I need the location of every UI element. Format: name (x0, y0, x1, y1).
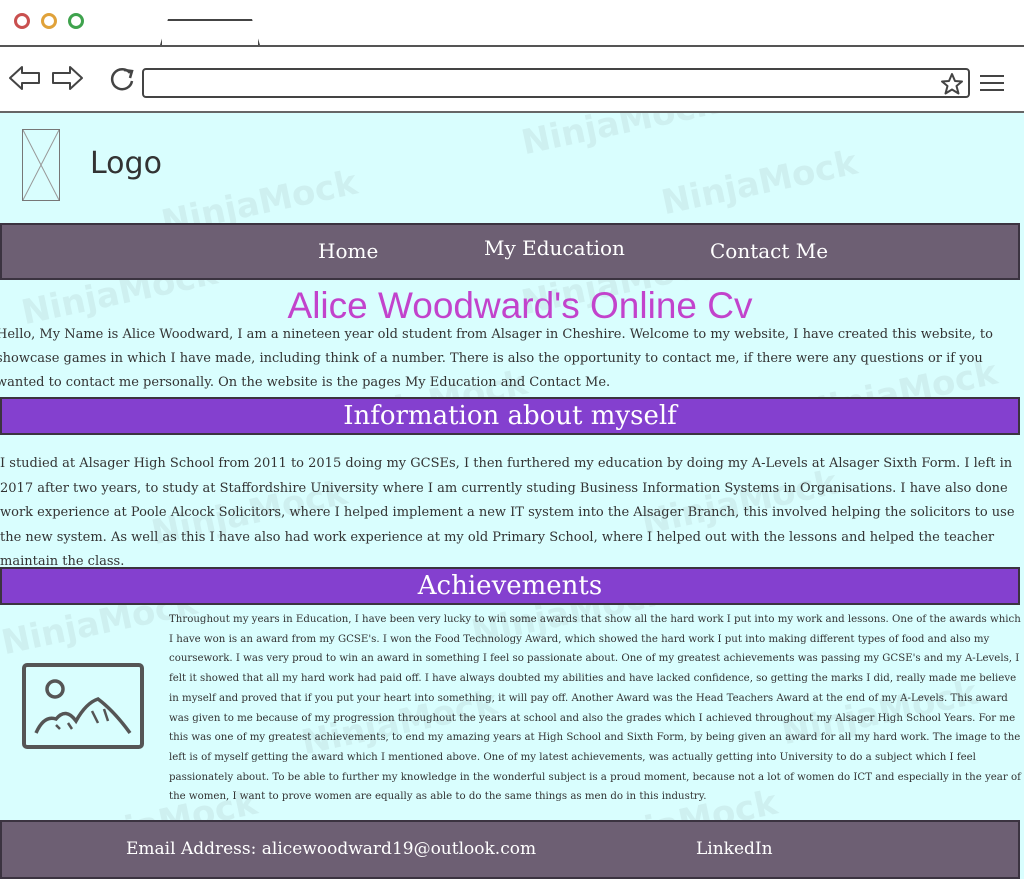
watermark: NinjaMock (658, 142, 861, 224)
back-arrow-icon[interactable] (8, 63, 42, 93)
achievements-paragraph: Throughout my years in Education, I have… (169, 614, 1021, 803)
footer: Email Address: alicewoodward19@outlook.c… (0, 820, 1020, 879)
intro-paragraph: Hello, My Name is Alice Woodward, I am a… (0, 327, 993, 390)
menu-item-my-education[interactable]: My Education (484, 236, 625, 260)
forward-arrow-icon[interactable] (50, 63, 84, 93)
footer-linkedin-link[interactable]: LinkedIn (696, 839, 773, 859)
close-window-dot[interactable] (14, 13, 30, 29)
main-menu: Home My Education Contact Me (0, 223, 1020, 280)
info-paragraph: I studied at Alsager High School from 20… (0, 456, 1015, 569)
browser-tab[interactable] (160, 19, 260, 45)
logo-label: Logo (90, 146, 162, 181)
info-heading: Information about myself (0, 397, 1020, 435)
image-placeholder-icon (22, 129, 60, 201)
logo-image-placeholder (22, 129, 60, 201)
browser-nav-bar (0, 47, 1024, 113)
page-title: Alice Woodward's Online Cv (287, 285, 753, 326)
star-icon[interactable] (940, 72, 964, 96)
maximize-window-dot[interactable] (68, 13, 84, 29)
reload-icon[interactable] (106, 63, 138, 95)
page-canvas: NinjaMock NinjaMock NinjaMock NinjaMock … (0, 113, 1024, 879)
image-placeholder-icon (22, 663, 144, 749)
browser-tab-bar (0, 0, 1024, 47)
achievements-heading: Achievements (0, 567, 1020, 605)
menu-item-home[interactable]: Home (318, 239, 378, 263)
address-bar[interactable] (142, 68, 970, 98)
footer-email[interactable]: Email Address: alicewoodward19@outlook.c… (126, 839, 536, 859)
minimize-window-dot[interactable] (41, 13, 57, 29)
hamburger-menu-icon[interactable] (979, 73, 1005, 93)
menu-item-contact-me[interactable]: Contact Me (710, 239, 828, 263)
watermark: NinjaMock (518, 113, 721, 163)
